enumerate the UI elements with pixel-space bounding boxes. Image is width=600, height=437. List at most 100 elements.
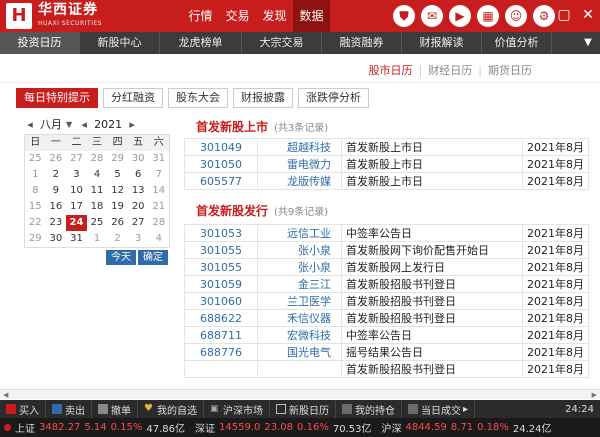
stock-code[interactable]: 301053 [184, 224, 258, 242]
stock-code[interactable]: 301059 [184, 275, 258, 293]
day-cell[interactable]: 16 [46, 199, 67, 215]
tab-earnings[interactable]: 财报解读 [402, 32, 482, 54]
day-cell[interactable]: 14 [148, 183, 169, 199]
table-row[interactable]: 688622 禾信仪器 首发新股招股书刊登日 2021年8月 [184, 309, 589, 327]
table-row[interactable]: 301053 远信工业 中签率公告日 2021年8月 [184, 224, 589, 242]
stock-code[interactable]: 301060 [184, 292, 258, 310]
day-cell[interactable]: 7 [148, 167, 169, 183]
year-select[interactable]: 2021 [94, 118, 122, 131]
day-cell[interactable]: 30 [46, 231, 67, 247]
scroll-left-icon[interactable]: ◀ [3, 390, 8, 400]
stock-name[interactable]: 雷电微力 [257, 155, 342, 173]
close-icon[interactable]: ✕ [580, 6, 596, 24]
confirm-button[interactable]: 确定 [138, 250, 168, 265]
prev-month-icon[interactable]: ◂ [24, 118, 36, 131]
ipo-calendar-button[interactable]: 新股日历 [270, 400, 336, 418]
calendar-stock[interactable]: 股市日历 [363, 64, 419, 77]
stock-name[interactable]: 超越科技 [257, 138, 342, 156]
chevron-down-icon[interactable]: ▼ [66, 120, 72, 129]
day-cell[interactable]: 29 [25, 231, 46, 247]
stock-name[interactable]: 龙版传媒 [257, 172, 342, 190]
day-cell[interactable]: 10 [66, 183, 87, 199]
stock-name[interactable]: 张小泉 [257, 241, 342, 259]
stock-name[interactable]: 国光电气 [257, 343, 342, 361]
stock-name[interactable]: 兰卫医学 [257, 292, 342, 310]
nav-data[interactable]: 数据 [293, 0, 330, 32]
day-cell[interactable]: 1 [25, 167, 46, 183]
nav-quotes[interactable]: 行情 [182, 0, 219, 32]
day-cell[interactable]: 27 [128, 215, 149, 231]
index-hs300[interactable]: 沪深 4844.59 8.71 0.18% 24.24亿 [377, 420, 557, 435]
cancel-order-button[interactable]: 撤单 [92, 400, 138, 418]
day-cell[interactable]: 27 [66, 151, 87, 167]
day-cell[interactable]: 15 [25, 199, 46, 215]
tab-dragon-tiger[interactable]: 龙虎榜单 [160, 32, 242, 54]
day-cell-selected[interactable]: 24 [66, 215, 87, 231]
stock-code[interactable]: 301050 [184, 155, 258, 173]
deals-button[interactable]: 当日成交 ▸ [402, 400, 476, 418]
day-cell[interactable]: 17 [66, 199, 87, 215]
month-select[interactable]: 八月 [40, 116, 62, 132]
day-cell[interactable]: 22 [25, 215, 46, 231]
dropdown-icon[interactable]: ▸ [463, 404, 468, 415]
stock-code[interactable]: 688711 [184, 326, 258, 344]
stock-code[interactable]: 605577 [184, 172, 258, 190]
stock-name[interactable]: 远信工业 [257, 224, 342, 242]
stock-name[interactable]: 禾信仪器 [257, 309, 342, 327]
market-button[interactable]: ▣ 沪深市场 [204, 400, 270, 418]
tab-value-analysis[interactable]: 价值分析 [482, 32, 552, 54]
maximize-icon[interactable]: ▢ [556, 6, 572, 24]
table-row[interactable]: 301059 金三江 首发新股招股书刊登日 2021年8月 [184, 275, 589, 293]
tab-ipo-center[interactable]: 新股中心 [80, 32, 160, 54]
index-shenzhen[interactable]: 深证 14559.0 23.08 0.16% 70.53亿 [191, 420, 377, 435]
tab-invest-calendar[interactable]: 投资日历 [0, 32, 80, 54]
stock-code[interactable]: 688622 [184, 309, 258, 327]
day-cell[interactable]: 31 [66, 231, 87, 247]
day-cell[interactable]: 3 [66, 167, 87, 183]
day-cell[interactable]: 30 [128, 151, 149, 167]
day-cell[interactable]: 25 [25, 151, 46, 167]
day-cell[interactable]: 28 [87, 151, 108, 167]
table-row[interactable]: 首发新股招股书刊登日 2021年8月 [184, 360, 589, 378]
today-button[interactable]: 今天 [106, 250, 136, 265]
day-cell[interactable]: 6 [128, 167, 149, 183]
stock-code[interactable]: 688776 [184, 343, 258, 361]
day-cell[interactable]: 2 [107, 231, 128, 247]
prev-year-icon[interactable]: ◂ [78, 118, 90, 131]
day-cell[interactable]: 23 [46, 215, 67, 231]
day-cell[interactable]: 20 [128, 199, 149, 215]
stock-name[interactable]: 宏微科技 [257, 326, 342, 344]
stock-code[interactable]: 301049 [184, 138, 258, 156]
chevron-down-icon[interactable]: ▼ [576, 32, 600, 54]
minimize-icon[interactable]: ─ [532, 6, 548, 24]
day-cell[interactable]: 2 [46, 167, 67, 183]
scroll-right-icon[interactable]: ▶ [592, 390, 597, 400]
table-row[interactable]: 301055 张小泉 首发新股网下询价配售开始日 2021年8月 [184, 241, 589, 259]
nav-discover[interactable]: 发现 [256, 0, 293, 32]
gift-icon[interactable]: ✉ [421, 5, 443, 27]
buy-button[interactable]: 买入 [0, 400, 46, 418]
table-row[interactable]: 301060 兰卫医学 首发新股招股书刊登日 2021年8月 [184, 292, 589, 310]
horizontal-scrollbar[interactable]: ◀ ▶ [0, 389, 600, 399]
filter-dividend[interactable]: 分红融资 [103, 88, 163, 108]
day-cell[interactable]: 12 [107, 183, 128, 199]
day-cell[interactable]: 3 [128, 231, 149, 247]
chart-icon[interactable]: ▦ [477, 5, 499, 27]
holdings-button[interactable]: 我的持仓 [336, 400, 402, 418]
calendar-futures[interactable]: 期货日历 [482, 64, 538, 77]
day-cell[interactable]: 4 [148, 231, 169, 247]
day-cell[interactable]: 18 [87, 199, 108, 215]
stock-name[interactable]: 金三江 [257, 275, 342, 293]
table-row[interactable]: 301055 张小泉 首发新股网上发行日 2021年8月 [184, 258, 589, 276]
index-shanghai[interactable]: 上证 3482.27 5.14 0.15% 47.86亿 [0, 420, 191, 435]
day-cell[interactable]: 29 [107, 151, 128, 167]
day-cell[interactable]: 25 [87, 215, 108, 231]
day-cell[interactable]: 13 [128, 183, 149, 199]
day-cell[interactable]: 4 [87, 167, 108, 183]
day-cell[interactable]: 31 [148, 151, 169, 167]
table-row[interactable]: 688711 宏微科技 中签率公告日 2021年8月 [184, 326, 589, 344]
table-row[interactable]: 605577 龙版传媒 首发新股上市日 2021年8月 [184, 172, 589, 190]
video-icon[interactable]: ▶ [449, 5, 471, 27]
table-row[interactable]: 301050 雷电微力 首发新股上市日 2021年8月 [184, 155, 589, 173]
sell-button[interactable]: 卖出 [46, 400, 92, 418]
